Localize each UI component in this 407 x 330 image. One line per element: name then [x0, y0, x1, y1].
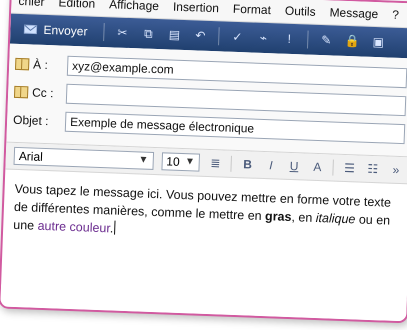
message-body[interactable]: Vous tapez le message ici. Vous pouvez m…	[3, 170, 407, 259]
menu-item-affichage[interactable]: Affichage	[102, 0, 166, 13]
paragraph-style-icon[interactable]: ≣	[208, 155, 224, 172]
menu-item-insertion[interactable]: Insertion	[166, 0, 227, 16]
menu-item-message[interactable]: Message	[322, 5, 385, 21]
body-text-colored: autre couleur	[37, 218, 111, 236]
send-icon	[22, 22, 39, 37]
chevron-down-icon: ▼	[184, 156, 196, 168]
send-button[interactable]: Envoyer	[16, 19, 94, 42]
body-text-italic: italique	[315, 210, 356, 227]
subject-field[interactable]: Exemple de message électronique	[64, 111, 406, 145]
scissors-icon[interactable]: ✂	[114, 25, 131, 40]
text-cursor	[114, 220, 116, 235]
menu-item-outils[interactable]: Outils	[278, 3, 323, 19]
to-label: À :	[14, 57, 67, 73]
toolbar-separator	[103, 23, 105, 42]
body-text-2: , en	[291, 210, 317, 225]
numbered-list-icon[interactable]: ☰	[342, 160, 358, 177]
send-label: Envoyer	[43, 22, 88, 39]
bold-button[interactable]: B	[240, 156, 256, 173]
copy-icon[interactable]: ⧉	[140, 26, 157, 41]
signature-icon[interactable]: ✎	[318, 33, 335, 48]
format-separator	[332, 159, 335, 176]
priority-icon[interactable]: !	[281, 32, 298, 47]
body-text-bold: gras	[264, 209, 292, 225]
offline-icon[interactable]: ▣	[370, 35, 387, 50]
address-book-icon[interactable]	[13, 85, 29, 99]
font-size-value: 10	[166, 154, 180, 169]
bulleted-list-icon[interactable]: ☷	[365, 161, 381, 178]
mail-compose-window: chier Edition Affichage Insertion Format…	[0, 0, 407, 324]
font-family-select[interactable]: Arial ▼	[13, 146, 154, 170]
paperclip-icon[interactable]: ⌁	[255, 31, 272, 46]
menu-item-help[interactable]: ?	[385, 7, 406, 22]
chevron-down-icon: ▼	[138, 154, 149, 166]
cc-label: Cc :	[13, 85, 66, 101]
italic-button[interactable]: I	[263, 157, 279, 174]
undo-icon[interactable]: ↶	[192, 28, 209, 43]
subject-label: Objet :	[12, 112, 49, 129]
menu-item-format[interactable]: Format	[226, 2, 278, 18]
toolbar-separator	[306, 30, 309, 49]
encrypt-icon[interactable]: 🔒	[344, 34, 361, 49]
header-fields: À : xyz@example.com Cc : Objet : Exemple…	[6, 43, 407, 158]
menu-item-fichier[interactable]: chier	[11, 0, 52, 9]
toolbar-separator	[218, 27, 220, 46]
body-text-4: .	[109, 221, 114, 236]
more-formatting-icon[interactable]: »	[388, 162, 404, 179]
format-separator	[230, 155, 233, 172]
underline-button[interactable]: U	[286, 158, 302, 175]
menu-item-edition[interactable]: Edition	[51, 0, 102, 11]
font-family-value: Arial	[18, 149, 44, 164]
window-bottom	[0, 284, 407, 322]
paste-icon[interactable]: ▤	[166, 27, 183, 42]
font-color-button[interactable]: A	[309, 159, 325, 176]
spellcheck-icon[interactable]: ✓	[229, 30, 246, 45]
address-book-icon[interactable]	[14, 57, 30, 71]
font-size-select[interactable]: 10 ▼	[160, 152, 201, 172]
